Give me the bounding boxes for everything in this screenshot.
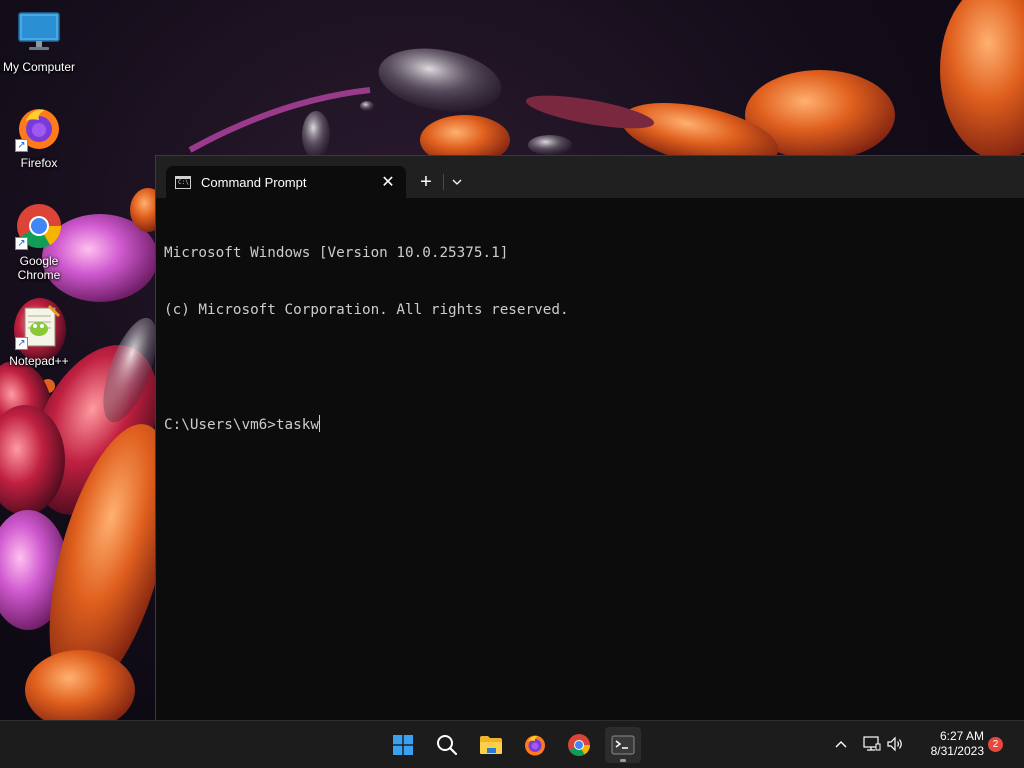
desktop-icon-chrome[interactable]: ↗ Google Chrome [0, 202, 78, 282]
desktop-icon-my-computer[interactable]: My Computer [0, 8, 78, 74]
new-tab-button[interactable]: + [414, 170, 438, 194]
console-output[interactable]: Microsoft Windows [Version 10.0.25375.1]… [164, 206, 1016, 720]
desktop-icon-notepadpp[interactable]: ↗ Notepad++ [0, 302, 78, 368]
show-hidden-icons-button[interactable] [830, 733, 852, 755]
tab-command-prompt[interactable]: C:\ Command Prompt ✕ [166, 166, 406, 198]
terminal-icon [611, 735, 635, 755]
desktop-icon-label: My Computer [2, 60, 76, 74]
windows-start-icon [393, 735, 413, 755]
chrome-icon [568, 734, 590, 756]
cmd-icon: C:\ [175, 175, 191, 189]
start-button[interactable] [385, 727, 421, 763]
volume-button[interactable] [884, 733, 906, 755]
terminal-titlebar[interactable]: C:\ Command Prompt ✕ + [156, 156, 1024, 198]
file-explorer-button[interactable] [473, 727, 509, 763]
shortcut-arrow-icon: ↗ [15, 337, 28, 350]
monitor-icon [15, 8, 63, 56]
active-app-indicator [620, 759, 626, 762]
notepadpp-icon: ↗ [15, 302, 63, 350]
chevron-down-icon [452, 179, 462, 185]
notification-badge[interactable]: 2 [988, 737, 1003, 752]
taskbar-firefox-button[interactable] [517, 727, 553, 763]
clock-time: 6:27 AM [939, 729, 984, 743]
clock-button[interactable]: 6:27 AM 8/31/2023 [912, 729, 984, 759]
taskbar-chrome-button[interactable] [561, 727, 597, 763]
search-icon [437, 735, 458, 756]
folder-icon [480, 736, 502, 754]
search-button[interactable] [429, 727, 465, 763]
console-line: (c) Microsoft Corporation. All rights re… [164, 302, 569, 318]
shortcut-arrow-icon: ↗ [15, 237, 28, 250]
firefox-icon: ↗ [15, 104, 63, 152]
network-icon [863, 736, 881, 751]
tab-divider [443, 174, 444, 190]
clock-date: 8/31/2023 [930, 744, 984, 758]
desktop-icon-label: Firefox [20, 156, 58, 170]
firefox-icon [525, 735, 545, 756]
desktop-icon-label: Google Chrome [17, 254, 61, 282]
console-prompt-line[interactable]: C:\Users\vm6>taskw [164, 415, 1016, 434]
console-line: Microsoft Windows [Version 10.0.25375.1] [164, 245, 509, 261]
command-input[interactable]: C:\Users\vm6>taskw [164, 417, 319, 433]
shortcut-arrow-icon: ↗ [15, 139, 28, 152]
chevron-up-icon [835, 741, 847, 748]
tab-dropdown-button[interactable] [446, 170, 468, 194]
network-button[interactable] [861, 733, 883, 755]
tab-title: Command Prompt [201, 174, 307, 190]
volume-icon [887, 736, 902, 752]
chrome-icon: ↗ [15, 202, 63, 250]
taskbar-terminal-button[interactable] [605, 727, 641, 763]
text-cursor [318, 415, 320, 432]
taskbar: 6:27 AM 8/31/2023 2 [0, 720, 1024, 768]
terminal-window[interactable]: C:\ Command Prompt ✕ + Microsoft Windows… [155, 155, 1024, 720]
desktop-icon-label: Notepad++ [9, 354, 69, 368]
desktop-icon-firefox[interactable]: ↗ Firefox [0, 104, 78, 170]
close-tab-button[interactable]: ✕ [378, 172, 398, 192]
